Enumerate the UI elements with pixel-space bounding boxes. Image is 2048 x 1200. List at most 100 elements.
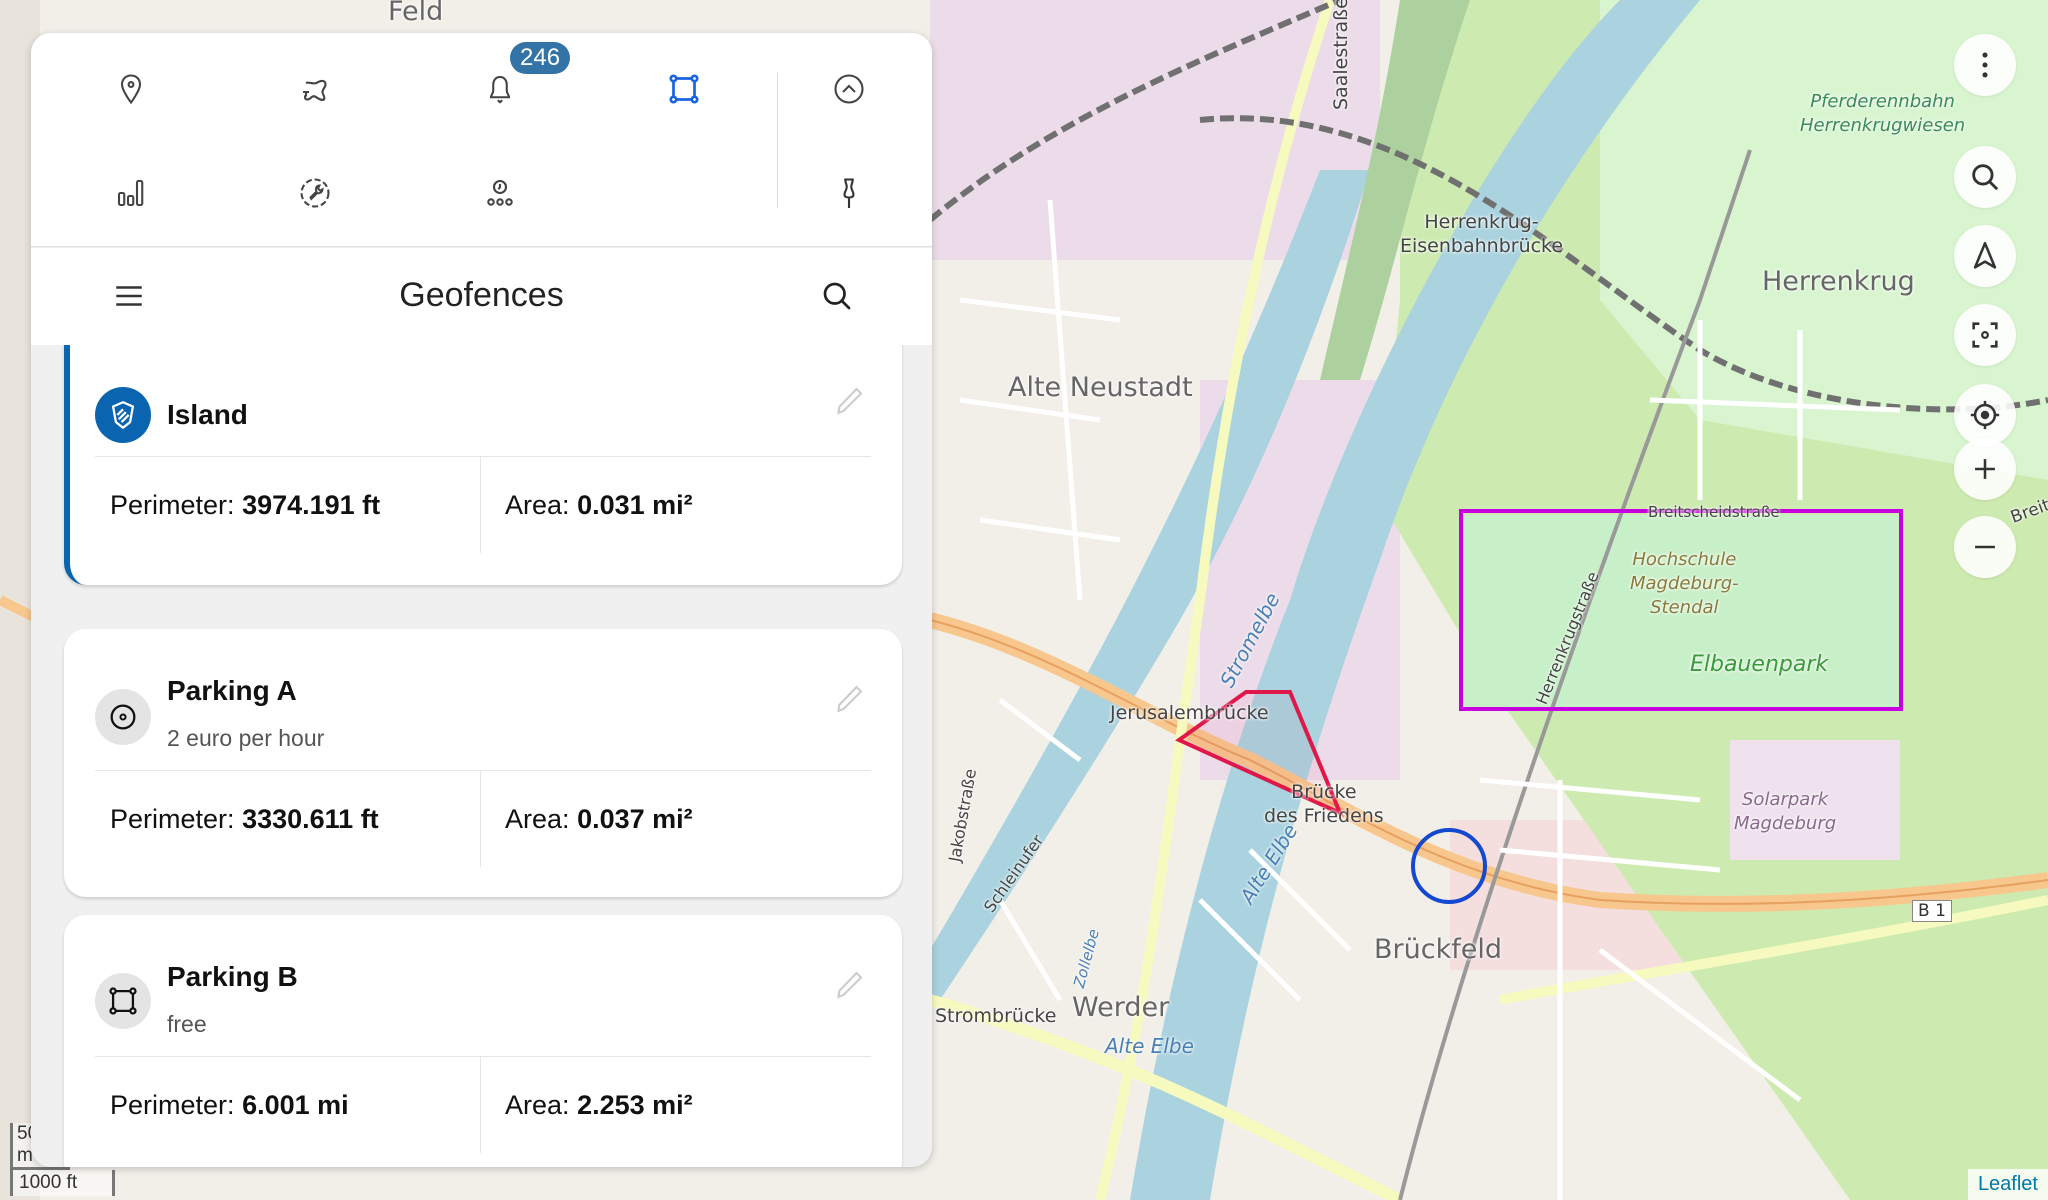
edit-geofence-button[interactable] [829, 381, 869, 421]
card-divider [95, 1056, 871, 1057]
more-options-button[interactable] [1954, 34, 2016, 96]
navigate-button[interactable] [1954, 225, 2016, 287]
nav-geofences-button[interactable] [654, 59, 714, 119]
page-title: Geofences [399, 276, 564, 314]
pencil-icon [837, 971, 863, 999]
search-icon [1972, 164, 1998, 190]
nav-toolbar: 246 [31, 33, 932, 247]
geofence-list[interactable]: Island Perimeter: 3974.191 ft Area: 0.03… [31, 345, 932, 1167]
more-vertical-icon [1982, 52, 1988, 78]
nav-separator [777, 73, 778, 208]
card-vertical-divider [480, 457, 481, 553]
perimeter-value: 3330.611 ft [242, 804, 379, 834]
clock-nodes-icon [487, 179, 513, 206]
perimeter-stat: Perimeter: 6.001 mi [110, 1090, 349, 1121]
area-stat: Area: 2.253 mi² [505, 1090, 693, 1121]
area-value: 0.031 mi² [577, 490, 693, 520]
map-label: Solarpark Magdeburg [1734, 789, 1837, 834]
perimeter-value: 6.001 mi [242, 1090, 349, 1120]
minus-icon [1975, 545, 1995, 549]
area-value: 2.253 mi² [577, 1090, 693, 1120]
map-label: Saalestraße [1330, 0, 1352, 110]
focus-frame-icon [1972, 322, 1998, 348]
edit-geofence-button[interactable] [829, 965, 869, 1005]
perimeter-stat: Perimeter: 3974.191 ft [110, 490, 380, 521]
area-stat: Area: 0.037 mi² [505, 804, 693, 835]
edit-geofence-button[interactable] [829, 679, 869, 719]
map-label: Herrenkrug- Eisenbahnbrücke [1400, 211, 1564, 257]
map-label: Herrenkrug [1762, 266, 1915, 297]
geofence-card-parking-b[interactable]: Parking B free Perimeter: 6.001 mi Area:… [64, 915, 902, 1167]
geofence-card-island[interactable]: Island Perimeter: 3974.191 ft Area: 0.03… [64, 345, 902, 585]
card-divider [95, 456, 871, 457]
map-label: Alte Neustadt [1008, 372, 1193, 403]
geofence-name: Parking B [167, 961, 298, 992]
search-button[interactable] [811, 270, 863, 322]
zoom-in-button[interactable] [1954, 438, 2016, 500]
bell-icon [489, 75, 511, 104]
nav-objects-button[interactable] [101, 59, 161, 119]
nav-schedules-button[interactable] [470, 163, 530, 223]
pushpin-icon [843, 178, 855, 208]
geofence-card-parking-a[interactable]: Parking A 2 euro per hour Perimeter: 333… [64, 629, 902, 897]
perimeter-label: Perimeter: [110, 804, 235, 834]
chevron-up-circle-icon [834, 74, 864, 104]
geofence-icon-badge [95, 689, 151, 745]
fit-bounds-button[interactable] [1954, 304, 2016, 366]
geofence-description: free [167, 1011, 207, 1037]
map-label: Werder [1072, 992, 1170, 1023]
map-label: Pferderennbahn Herrenkrugwiesen [1800, 91, 1966, 136]
circle-target-icon [110, 704, 136, 730]
notifications-badge: 246 [510, 42, 571, 74]
map-pin-icon [120, 74, 142, 105]
plus-icon [1975, 459, 1995, 479]
zoom-out-button[interactable] [1954, 516, 2016, 578]
perimeter-label: Perimeter: [110, 490, 235, 520]
card-divider [95, 770, 871, 771]
shield-stripes-icon [111, 401, 135, 429]
map-label: Elbauenpark [1690, 652, 1829, 677]
pin-panel-button[interactable] [819, 163, 879, 223]
perimeter-label: Perimeter: [110, 1090, 235, 1120]
scale-imperial: 1000 ft [10, 1170, 115, 1196]
road-shield: B 1 [1912, 900, 1952, 922]
perimeter-value: 3974.191 ft [242, 490, 381, 520]
pencil-icon [837, 387, 863, 415]
area-stat: Area: 0.031 mi² [505, 490, 693, 521]
map-label: Feld [388, 0, 444, 27]
bar-chart-icon [117, 179, 144, 207]
geofence-name: Island [167, 399, 248, 430]
area-label: Area: [505, 804, 570, 834]
geofences-panel: 246 Geofences Island Perimeter: 3974.191… [31, 33, 932, 1167]
area-label: Area: [505, 490, 570, 520]
polygon-icon [109, 987, 137, 1015]
nav-events-button[interactable] [285, 59, 345, 119]
map-search-button[interactable] [1954, 146, 2016, 208]
map-label: Jerusalembrücke [1110, 702, 1269, 724]
card-vertical-divider [480, 771, 481, 867]
my-location-button[interactable] [1954, 384, 2016, 446]
leaflet-attribution-link[interactable]: Leaflet [1967, 1169, 2048, 1200]
nav-reports-button[interactable] [101, 163, 161, 223]
area-label: Area: [505, 1090, 570, 1120]
perimeter-stat: Perimeter: 3330.611 ft [110, 804, 379, 835]
map-label: Alte Elbe [1105, 1034, 1194, 1058]
area-value: 0.037 mi² [577, 804, 693, 834]
map-label: Strombrücke [935, 1005, 1057, 1027]
polygon-icon [669, 74, 699, 104]
map-label: Breitscheidstraße [1648, 503, 1780, 521]
crosshair-icon [1970, 400, 2000, 430]
search-icon [823, 282, 851, 310]
panel-header: Geofences [31, 248, 932, 345]
geofence-icon-badge [95, 387, 151, 443]
collapse-panel-button[interactable] [819, 59, 879, 119]
geofence-name: Parking A [167, 675, 297, 706]
map-label: Brückfeld [1374, 934, 1502, 965]
geofence-description: 2 euro per hour [167, 725, 325, 751]
nav-maintenance-button[interactable] [285, 163, 345, 223]
drone-icon [303, 79, 327, 101]
geofence-icon-badge [95, 973, 151, 1029]
wrench-circle-icon [300, 178, 330, 208]
pencil-icon [837, 685, 863, 713]
navigation-arrow-icon [1973, 241, 1997, 269]
